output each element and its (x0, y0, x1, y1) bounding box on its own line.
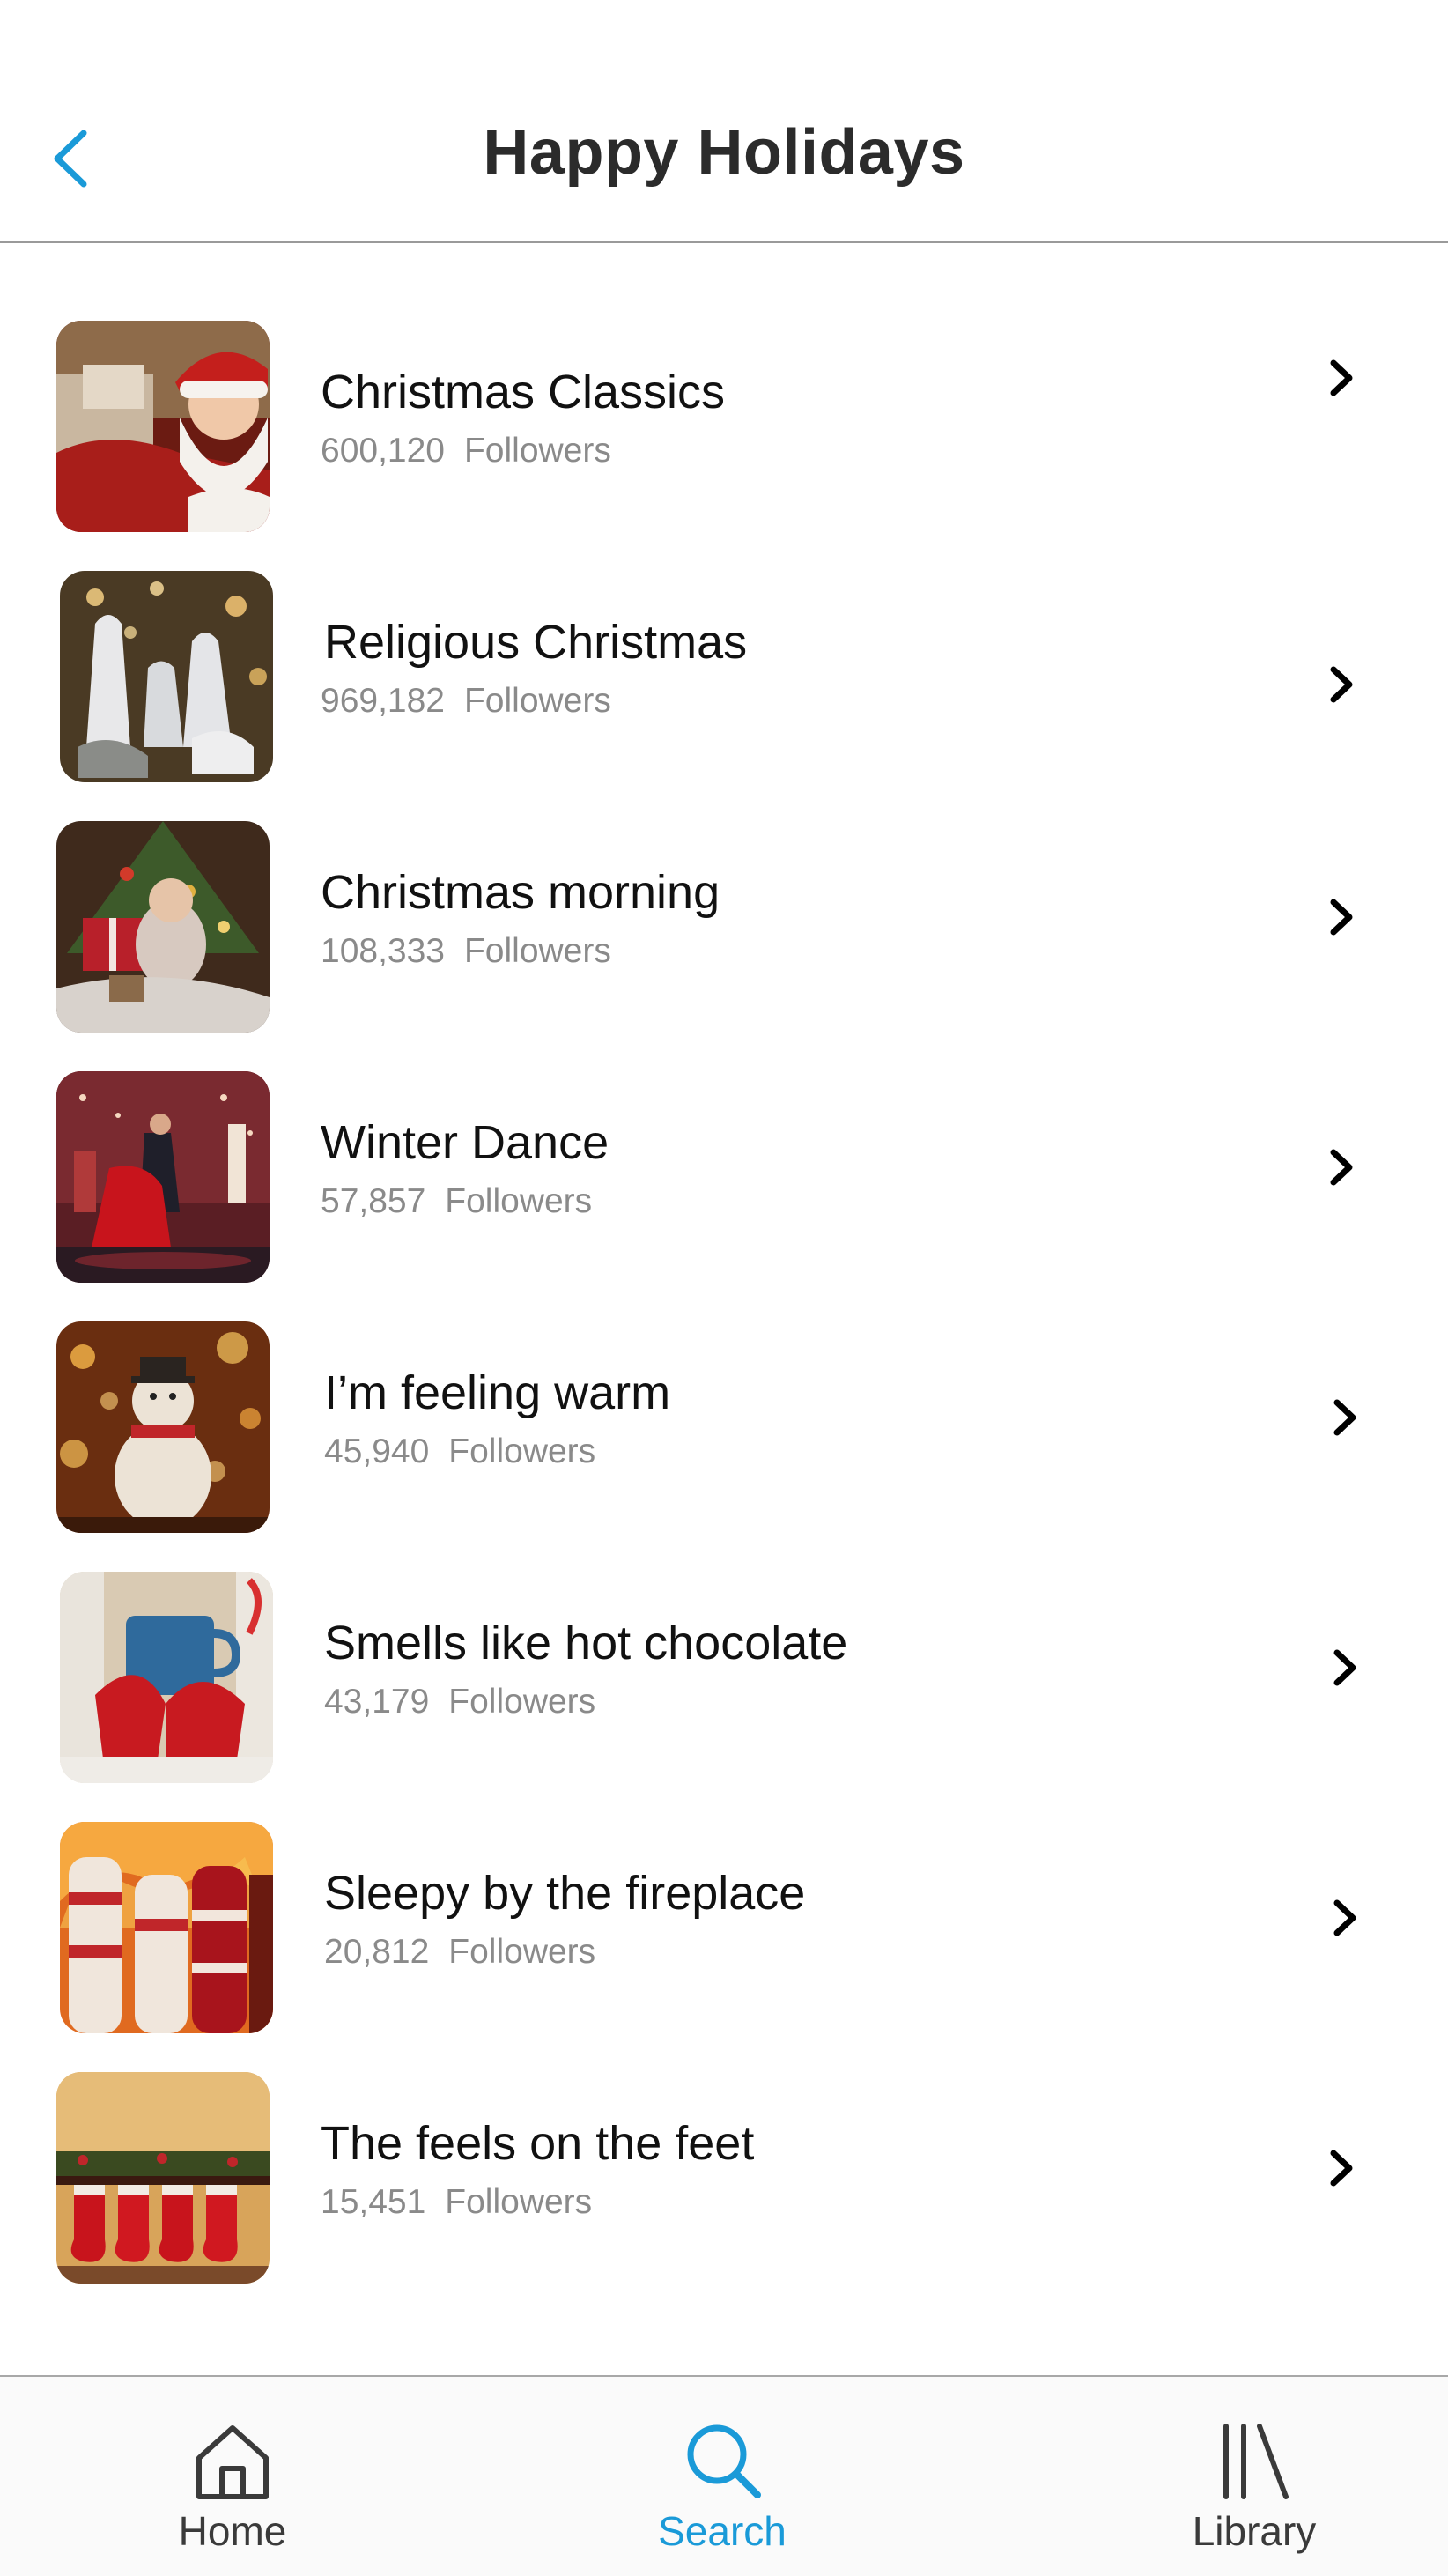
tab-library-label: Library (1192, 2508, 1317, 2554)
chevron-right-icon (1330, 666, 1353, 703)
stockings-mantel-image (56, 2072, 270, 2284)
chevron-right-icon (1333, 1649, 1356, 1686)
playlist-followers: 43,179 Followers (324, 1683, 596, 1721)
playlist-title: Christmas morning (321, 866, 720, 919)
list-item[interactable]: I’m feeling warm 45,940 Followers (0, 1244, 1448, 1533)
playlist-title: Christmas Classics (321, 366, 726, 418)
home-icon (196, 2425, 269, 2499)
playlist-title: I’m feeling warm (324, 1366, 671, 1419)
tab-home[interactable]: Home (100, 2377, 365, 2576)
playlist-title: Winter Dance (321, 1116, 609, 1169)
tab-search[interactable]: Search (590, 2377, 854, 2576)
header-bar: Happy Holidays (0, 0, 1448, 243)
list-item[interactable]: Sleepy by the fireplace 20,812 Followers (0, 1744, 1448, 2033)
playlist-followers: 57,857 Followers (321, 1182, 593, 1220)
playlist-title: Sleepy by the fireplace (324, 1867, 806, 1920)
tab-library[interactable]: Library (1122, 2377, 1386, 2576)
playlist-list: Christmas Classics 600,120 Followers Rel… (0, 243, 1448, 2284)
playlist-title: The feels on the feet (321, 2117, 755, 2170)
page-title: Happy Holidays (483, 117, 965, 188)
playlist-title: Smells like hot chocolate (324, 1617, 848, 1669)
playlist-followers: 969,182 Followers (321, 682, 611, 720)
app-screen: Happy Holidays Christmas Classics 600,12… (0, 0, 1448, 2576)
playlist-followers: 15,451 Followers (321, 2183, 593, 2221)
list-item[interactable]: Christmas morning 108,333 Followers (0, 744, 1448, 1033)
chevron-right-icon (1333, 1899, 1356, 1936)
playlist-followers: 45,940 Followers (324, 1432, 596, 1470)
chevron-right-icon (1330, 899, 1353, 936)
playlist-title: Religious Christmas (324, 616, 748, 669)
list-item[interactable]: The feels on the feet 15,451 Followers (0, 1995, 1448, 2284)
tab-bar: Home Search Library (0, 2375, 1448, 2576)
tab-search-label: Search (658, 2508, 787, 2554)
list-item[interactable]: Religious Christmas 969,182 Followers (0, 493, 1448, 782)
search-icon (687, 2424, 761, 2498)
tab-home-label: Home (178, 2508, 287, 2554)
list-item[interactable]: Smells like hot chocolate 43,179 Follower… (0, 1494, 1448, 1783)
chevron-right-icon (1330, 359, 1353, 396)
list-item[interactable]: Winter Dance 57,857 Followers (0, 994, 1448, 1283)
chevron-right-icon (1330, 1149, 1353, 1186)
library-icon (1223, 2424, 1289, 2499)
playlist-followers: 20,812 Followers (324, 1933, 596, 1971)
playlist-followers: 600,120 Followers (321, 432, 611, 470)
playlist-followers: 108,333 Followers (321, 932, 611, 970)
chevron-right-icon (1333, 1399, 1356, 1436)
list-item[interactable]: Christmas Classics 600,120 Followers (0, 243, 1448, 532)
chevron-right-icon (1330, 2150, 1353, 2187)
